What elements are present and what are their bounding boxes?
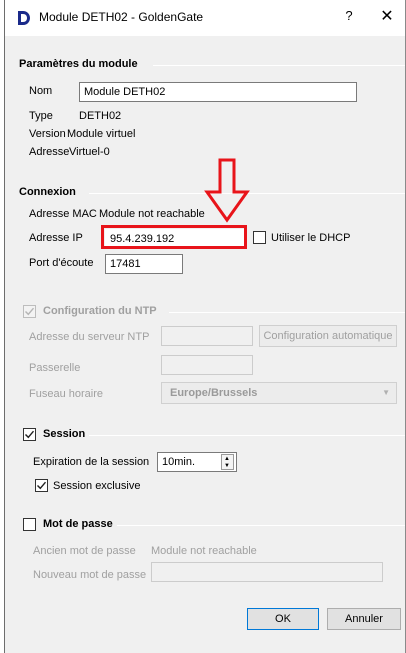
ntp-checkbox[interactable] bbox=[23, 305, 36, 318]
session-section-divider bbox=[89, 435, 405, 436]
down-arrow-icon bbox=[204, 158, 250, 223]
app-logo-icon bbox=[18, 11, 30, 25]
type-value: DETH02 bbox=[79, 110, 122, 122]
port-label: Port d'écoute bbox=[29, 257, 94, 269]
new-password-input[interactable] bbox=[151, 562, 383, 582]
ntp-section-title: Configuration du NTP bbox=[43, 305, 157, 317]
password-section-divider bbox=[117, 525, 405, 526]
module-section-title: Paramètres du module bbox=[19, 58, 138, 70]
connexion-section-title: Connexion bbox=[19, 186, 76, 198]
timezone-label: Fuseau horaire bbox=[29, 388, 103, 400]
version-label: Version bbox=[29, 128, 66, 140]
nom-input[interactable]: Module DETH02 bbox=[79, 82, 357, 102]
cancel-button[interactable]: Annuler bbox=[327, 608, 401, 630]
mac-label: Adresse MAC bbox=[29, 208, 97, 220]
adresse-value: Virtuel-0 bbox=[69, 146, 110, 158]
gateway-input[interactable] bbox=[161, 355, 253, 375]
gateway-label: Passerelle bbox=[29, 362, 81, 374]
expiration-label: Expiration de la session bbox=[33, 456, 150, 468]
session-section-title: Session bbox=[43, 428, 86, 440]
port-input[interactable]: 17481 bbox=[105, 254, 183, 274]
type-label: Type bbox=[29, 110, 53, 122]
ip-label: Adresse IP bbox=[29, 232, 83, 244]
auto-config-button[interactable]: Configuration automatique bbox=[259, 325, 397, 347]
exclusive-session-checkbox[interactable] bbox=[35, 479, 48, 492]
dhcp-label: Utiliser le DHCP bbox=[271, 232, 351, 244]
help-button[interactable]: ? bbox=[339, 8, 359, 23]
old-password-label: Ancien mot de passe bbox=[33, 545, 136, 557]
ok-button[interactable]: OK bbox=[247, 608, 319, 630]
nom-label: Nom bbox=[29, 85, 53, 97]
dhcp-checkbox[interactable] bbox=[253, 231, 266, 244]
dialog-window: Module DETH02 - GoldenGate ? ✕ Paramètre… bbox=[4, 0, 406, 653]
mac-value: Module not reachable bbox=[99, 208, 205, 220]
ntp-server-label: Adresse du serveur NTP bbox=[29, 331, 150, 343]
spin-up-icon: ▲ bbox=[224, 456, 230, 462]
title-bar: Module DETH02 - GoldenGate ? ✕ bbox=[5, 0, 405, 36]
ntp-server-input[interactable] bbox=[161, 326, 253, 346]
ntp-section-divider bbox=[169, 312, 405, 313]
close-button[interactable]: ✕ bbox=[377, 6, 397, 26]
module-section-divider bbox=[153, 65, 405, 66]
session-checkbox[interactable] bbox=[23, 428, 36, 441]
chevron-down-icon: ▼ bbox=[382, 388, 390, 397]
password-checkbox[interactable] bbox=[23, 518, 36, 531]
window-title: Module DETH02 - GoldenGate bbox=[39, 10, 204, 24]
spin-down-icon: ▼ bbox=[224, 463, 230, 469]
old-password-value: Module not reachable bbox=[151, 545, 257, 557]
ip-highlight-box bbox=[101, 225, 247, 249]
new-password-label: Nouveau mot de passe bbox=[33, 569, 147, 581]
password-section-title: Mot de passe bbox=[43, 518, 113, 530]
exclusive-session-label: Session exclusive bbox=[53, 480, 141, 492]
adresse-label: Adresse bbox=[29, 146, 70, 158]
timezone-select[interactable]: Europe/Brussels ▼ bbox=[161, 382, 397, 404]
version-value: Module virtuel bbox=[67, 128, 136, 140]
expiration-spinner[interactable]: ▲ ▼ bbox=[221, 454, 234, 470]
timezone-value: Europe/Brussels bbox=[170, 387, 258, 399]
